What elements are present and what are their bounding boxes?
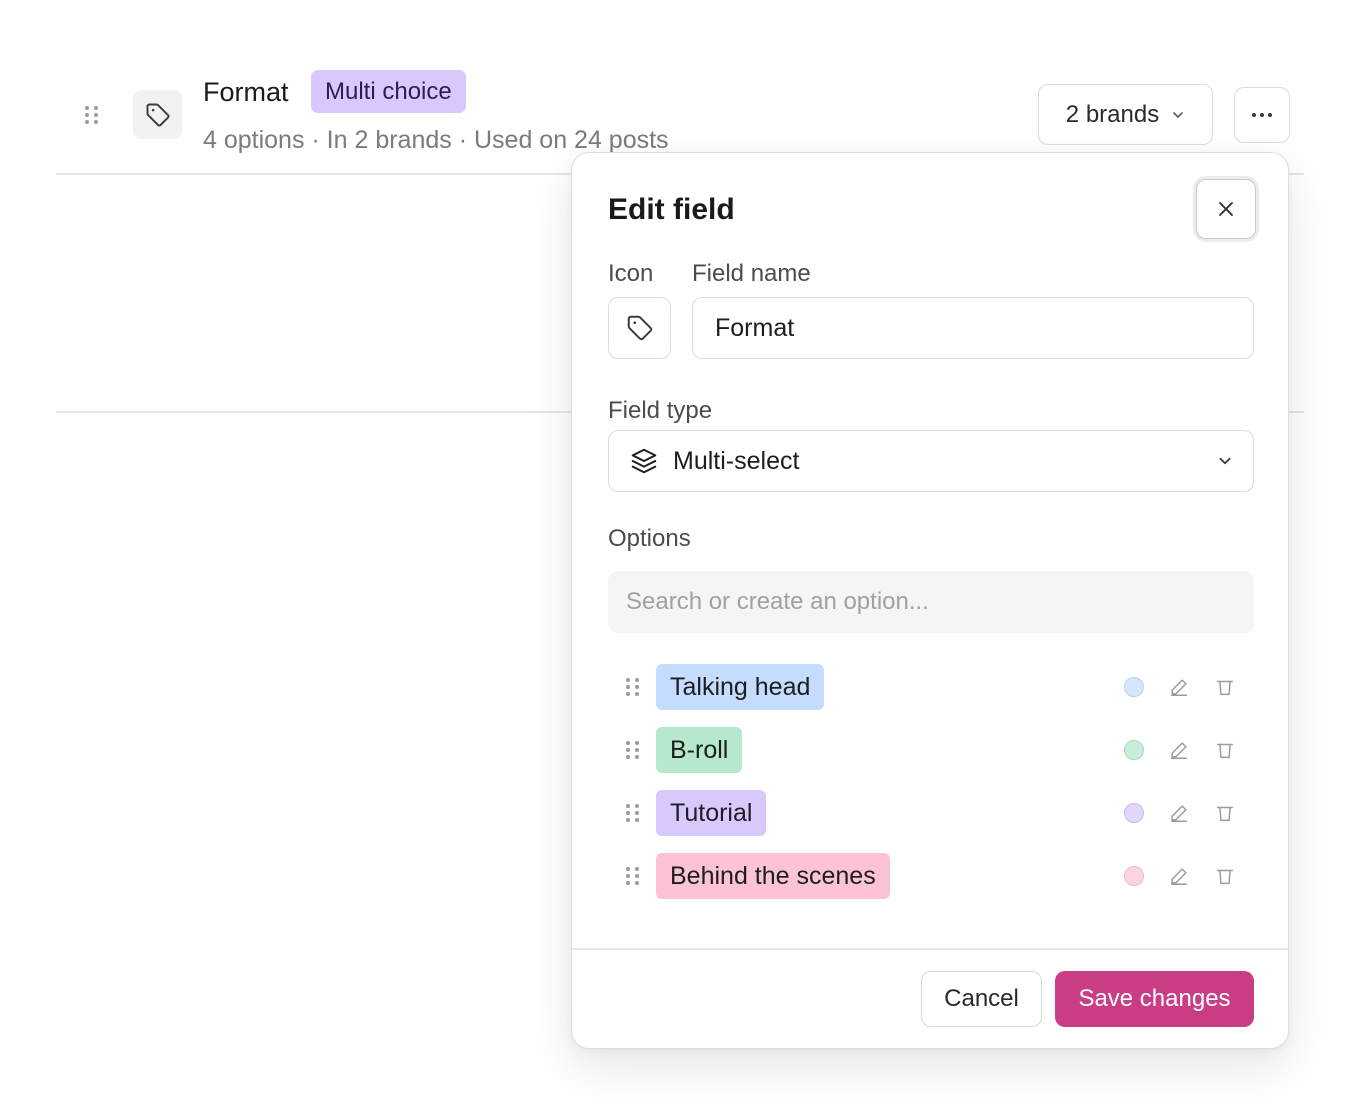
option-row: B-roll xyxy=(624,727,1244,773)
more-icon xyxy=(1252,113,1272,117)
field-type-value: Multi-select xyxy=(673,446,800,475)
edit-option-button[interactable] xyxy=(1166,863,1192,889)
option-color-swatch[interactable] xyxy=(1124,866,1144,886)
trash-icon xyxy=(1216,743,1234,759)
edit-option-button[interactable] xyxy=(1166,800,1192,826)
option-color-swatch[interactable] xyxy=(1124,803,1144,823)
icon-picker-button[interactable] xyxy=(608,297,671,359)
option-chip: Tutorial xyxy=(656,790,767,836)
more-options-button[interactable] xyxy=(1234,87,1290,143)
popover-title: Edit field xyxy=(608,193,735,226)
footer-divider xyxy=(572,948,1288,950)
pencil-icon xyxy=(1170,805,1188,822)
field-type-select[interactable]: Multi-select xyxy=(608,430,1254,492)
option-color-swatch[interactable] xyxy=(1124,677,1144,697)
delete-option-button[interactable] xyxy=(1212,800,1238,826)
brands-button-label: 2 brands xyxy=(1065,100,1160,128)
field-type-badge: Multi choice xyxy=(311,70,466,113)
option-search-input[interactable] xyxy=(608,571,1254,633)
tag-icon xyxy=(627,315,652,341)
edit-option-button[interactable] xyxy=(1166,737,1192,763)
option-drag-handle[interactable] xyxy=(624,802,640,824)
field-drag-handle[interactable] xyxy=(83,104,99,126)
option-chip: B-roll xyxy=(656,727,743,773)
icon-label: Icon xyxy=(608,260,654,287)
options-label: Options xyxy=(608,525,691,552)
option-row: Behind the scenes xyxy=(624,853,1244,899)
option-drag-handle[interactable] xyxy=(624,676,640,698)
pencil-icon xyxy=(1170,742,1188,759)
option-chip: Behind the scenes xyxy=(656,853,890,899)
pencil-icon xyxy=(1170,679,1188,696)
edit-field-popover: Edit field Icon Field name Field type Mu… xyxy=(571,152,1289,1049)
close-icon xyxy=(1219,202,1233,216)
field-name-input[interactable] xyxy=(692,297,1254,359)
delete-option-button[interactable] xyxy=(1212,863,1238,889)
field-meta: 4 options · In 2 brands · Used on 24 pos… xyxy=(203,126,669,154)
delete-option-button[interactable] xyxy=(1212,674,1238,700)
tag-icon xyxy=(146,103,169,126)
option-color-swatch[interactable] xyxy=(1124,740,1144,760)
field-type-label: Field type xyxy=(608,397,713,424)
cancel-button[interactable]: Cancel xyxy=(921,971,1042,1027)
chevron-down-icon xyxy=(1219,457,1231,465)
option-row: Talking head xyxy=(624,664,1244,710)
close-button[interactable] xyxy=(1196,179,1256,239)
pencil-icon xyxy=(1170,868,1188,885)
option-drag-handle[interactable] xyxy=(624,865,640,887)
trash-icon xyxy=(1216,806,1234,822)
field-icon xyxy=(133,90,182,139)
option-chip: Talking head xyxy=(656,664,825,710)
field-title: Format xyxy=(203,77,289,107)
field-name-label: Field name xyxy=(692,260,811,287)
edit-option-button[interactable] xyxy=(1166,674,1192,700)
option-drag-handle[interactable] xyxy=(624,739,640,761)
option-row: Tutorial xyxy=(624,790,1244,836)
layers-icon xyxy=(631,448,657,474)
trash-icon xyxy=(1216,869,1234,885)
trash-icon xyxy=(1216,680,1234,696)
brands-dropdown-button[interactable]: 2 brands xyxy=(1038,84,1213,145)
delete-option-button[interactable] xyxy=(1212,737,1238,763)
save-changes-button[interactable]: Save changes xyxy=(1055,971,1254,1027)
chevron-down-icon xyxy=(1173,111,1184,118)
